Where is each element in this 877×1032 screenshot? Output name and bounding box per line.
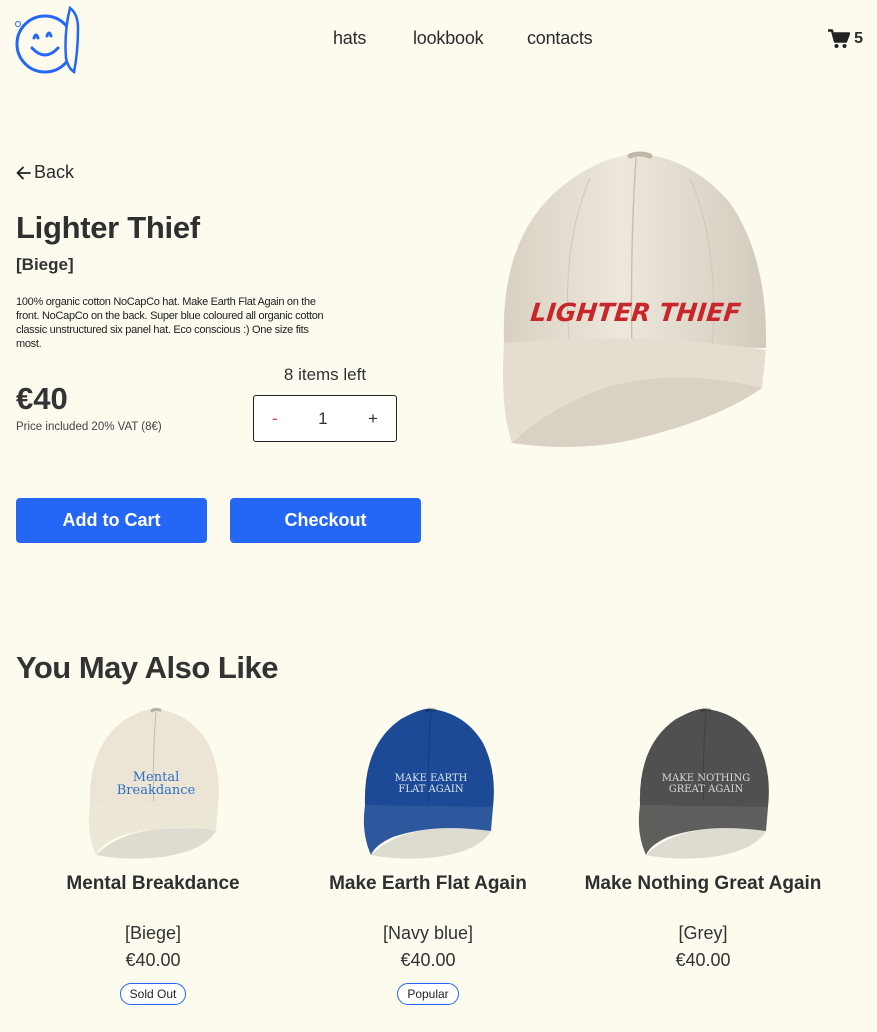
cart-count: 5 [854, 30, 863, 47]
product-card-image[interactable]: MAKE EARTHFLAT AGAIN [353, 705, 503, 863]
quantity-stepper: - 1 + [253, 395, 397, 442]
product-card-image[interactable]: MAKE NOTHINGGREAT AGAIN [628, 705, 778, 863]
back-link[interactable]: Back [16, 162, 74, 183]
product-card-price: €40.00 [675, 950, 731, 970]
decrease-quantity-button[interactable]: - [272, 409, 278, 429]
quantity-value[interactable]: 1 [318, 409, 327, 429]
product-card-price: €40.00 [125, 950, 181, 970]
status-badge: Sold Out [119, 983, 187, 1005]
cart-button[interactable]: 5 [828, 27, 863, 51]
product-card[interactable]: MAKE NOTHING GREAT AGAIN Make Nothing Grea… [568, 705, 838, 971]
status-badge: Popular [397, 983, 459, 1005]
product-card[interactable]: Mental Breakdance Mental Breakdance [Biege]… [18, 705, 288, 1005]
card-print-line1: MAKE NOTHING [662, 773, 750, 784]
related-section-title: You May Also Like [16, 650, 278, 685]
stock-indicator: 8 items left [283, 365, 367, 384]
product-card-color: [Biege] [124, 923, 182, 943]
nav-link-contacts[interactable]: contacts [527, 28, 593, 49]
product-description: 100% organic cotton NoCapCo hat. Make Ea… [16, 296, 324, 350]
card-print-line2: Breakdance [117, 783, 196, 798]
product-card[interactable]: MAKE EARTH FLAT AGAIN Make Earth Flat Agai… [293, 705, 563, 1005]
product-card-price: €40.00 [400, 950, 456, 970]
arrow-left-icon [16, 166, 31, 179]
main-nav: hats lookbook contacts [0, 28, 877, 52]
product-card-name[interactable]: Make Earth Flat Again [293, 873, 563, 895]
product-color: [Biege] [16, 255, 74, 274]
back-label: Back [34, 162, 75, 182]
nav-link-lookbook[interactable]: lookbook [413, 28, 484, 49]
card-print-line2: GREAT AGAIN [669, 784, 744, 795]
product-title: Lighter Thief [16, 210, 200, 245]
product-card-image[interactable]: MentalBreakdance [78, 705, 228, 863]
product-card-color: [Grey] [678, 923, 728, 943]
vat-note: Price included 20% VAT (8€) [16, 421, 162, 433]
product-price: €40 [16, 381, 68, 416]
product-card-name[interactable]: Mental Breakdance [18, 873, 288, 895]
cart-icon [828, 29, 851, 48]
increase-quantity-button[interactable]: + [368, 409, 378, 429]
card-print-line2: FLAT AGAIN [398, 784, 463, 795]
product-card-color: [Navy blue] [382, 923, 474, 943]
nav-link-hats[interactable]: hats [333, 28, 366, 49]
checkout-button[interactable]: Checkout [230, 498, 421, 543]
product-card-name[interactable]: Make Nothing Great Again [568, 873, 838, 895]
card-print-line1: MAKE EARTH [395, 773, 468, 784]
product-image: LIGHTER THIEF [503, 151, 767, 447]
add-to-cart-button[interactable]: Add to Cart [16, 498, 207, 543]
hero-print-text: LIGHTER THIEF [529, 298, 742, 327]
